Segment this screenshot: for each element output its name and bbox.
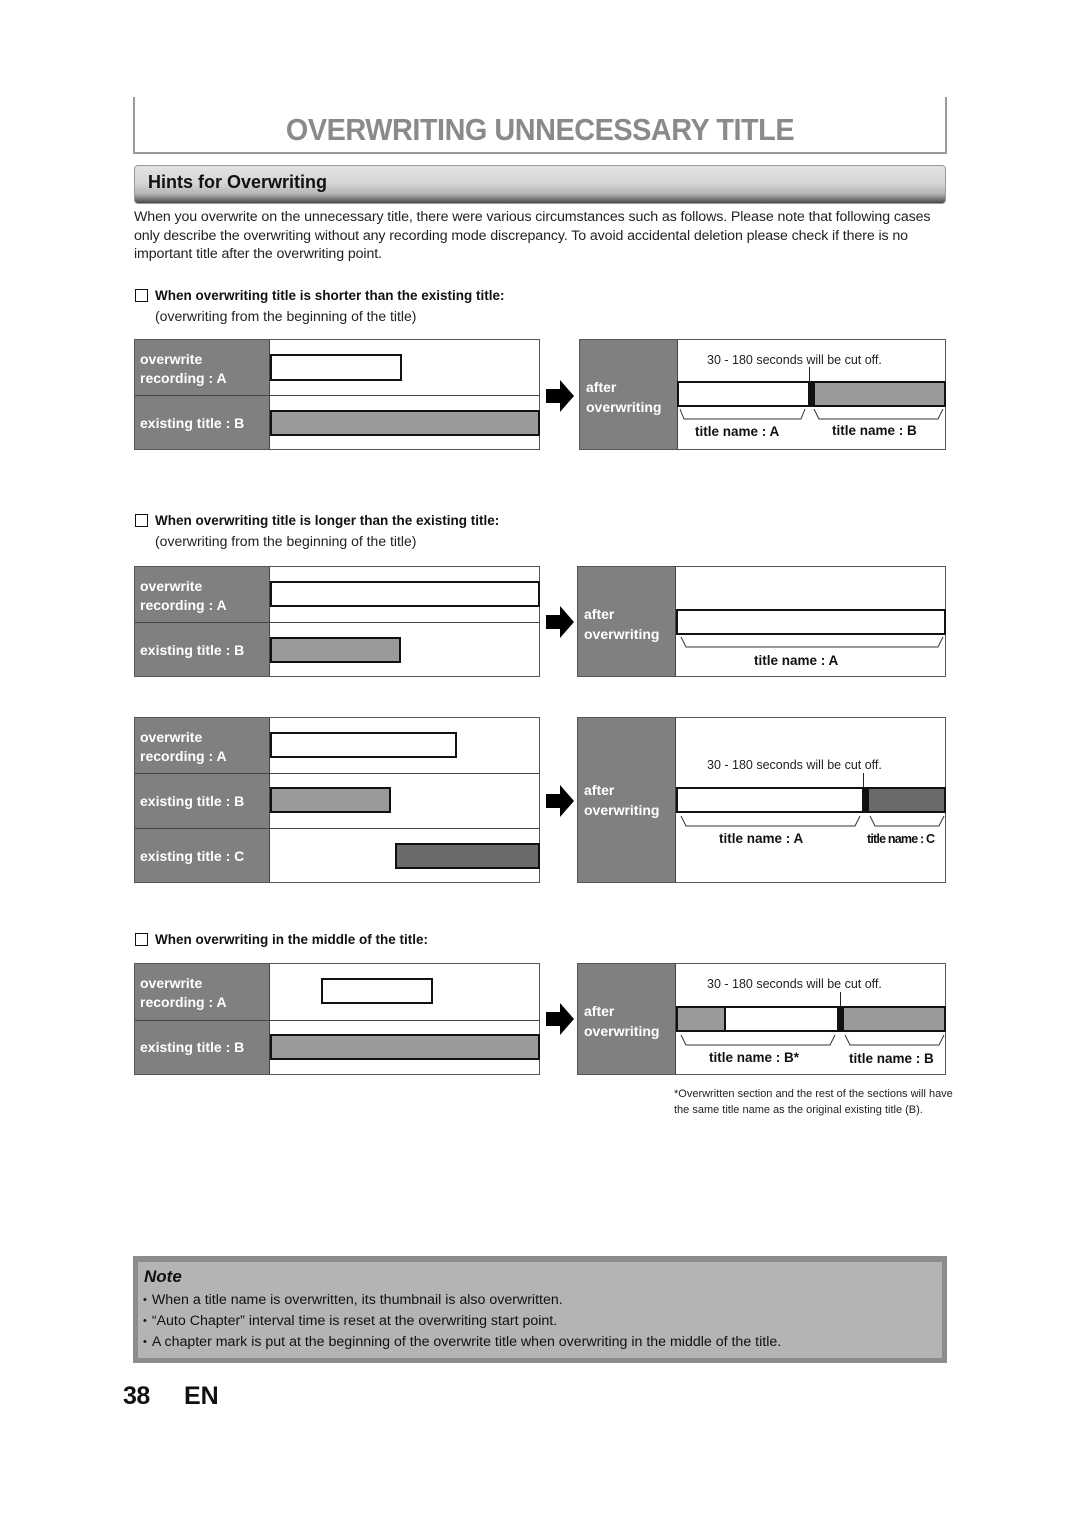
- footnote: *Overwritten section and the rest of the…: [674, 1088, 953, 1116]
- note-title: Note: [144, 1267, 182, 1286]
- label-after-overwriting: after overwriting: [584, 1003, 660, 1039]
- page-title: OVERWRITING UNNECESSARY TITLE: [285, 112, 795, 147]
- segment-title-b: [815, 383, 944, 405]
- label-existing-title-b: existing title : B: [140, 642, 245, 658]
- label-overwrite-recording-a: overwrite recording : A: [140, 729, 227, 764]
- checkbox-icon: [135, 933, 148, 946]
- row-divider: [135, 773, 539, 774]
- title-name-b-star: title name : B*: [709, 1050, 800, 1065]
- case-subheading: (overwriting from the beginning of the t…: [155, 533, 417, 549]
- label-existing-title-b: existing title : B: [140, 415, 245, 431]
- cut-off-pointer: [840, 992, 841, 1006]
- section-title: Hints for Overwriting: [148, 172, 328, 192]
- label-after-overwriting: after overwriting: [586, 379, 662, 415]
- case-heading-shorter: When overwriting title is shorter than t…: [135, 288, 505, 303]
- cut-off-mark: [862, 789, 869, 811]
- note-item: A chapter mark is put at the beginning o…: [143, 1332, 943, 1353]
- label-existing-title-c: existing title : C: [140, 848, 245, 864]
- case-heading-text: When overwriting in the middle of the ti…: [155, 932, 428, 947]
- title-name-a: title name : A: [695, 424, 780, 439]
- bar-recording-a: [270, 581, 540, 607]
- checkbox-icon: [135, 289, 148, 302]
- cut-off-note: 30 - 180 seconds will be cut off.: [707, 977, 882, 991]
- bar-recording-a: [270, 732, 457, 758]
- right-arrow-icon: [546, 785, 574, 817]
- case-subheading: (overwriting from the beginning of the t…: [155, 308, 417, 324]
- after-diagram-3: after overwriting 30 - 180 seconds will b…: [577, 717, 946, 883]
- note-list: When a title name is overwritten, its th…: [143, 1290, 943, 1352]
- before-diagram-3: overwrite recording : A existing title : …: [134, 717, 540, 883]
- row-divider: [135, 622, 539, 623]
- label-after-overwriting: after overwriting: [584, 606, 660, 642]
- title-name-b: title name : B: [832, 423, 917, 438]
- right-arrow-icon: [546, 606, 574, 638]
- after-diagram-2: after overwriting title name : A: [577, 566, 946, 677]
- after-diagram-4: after overwriting 30 - 180 seconds will b…: [577, 963, 946, 1075]
- label-existing-title-b: existing title : B: [140, 1039, 245, 1055]
- title-name-b: title name : B: [849, 1051, 934, 1066]
- bracket-icons: [680, 815, 945, 827]
- row-divider: [135, 1020, 539, 1021]
- row-divider: [135, 395, 539, 396]
- label-overwrite-recording-a: overwrite recording : A: [140, 578, 227, 613]
- page-number: 38: [123, 1382, 150, 1410]
- row-divider: [135, 828, 539, 829]
- title-name-a: title name : A: [719, 831, 804, 846]
- bar-recording-a: [321, 978, 433, 1004]
- cut-off-note: 30 - 180 seconds will be cut off.: [707, 758, 882, 772]
- case-heading-text: When overwriting title is longer than th…: [155, 513, 500, 528]
- case-heading-longer: When overwriting title is longer than th…: [135, 513, 499, 528]
- bar-existing-b: [270, 1034, 540, 1060]
- title-name-c: title name : C: [867, 832, 935, 846]
- bracket-icons: [679, 408, 944, 420]
- cut-off-note: 30 - 180 seconds will be cut off.: [707, 353, 882, 367]
- case-heading-middle: When overwriting in the middle of the ti…: [135, 932, 428, 947]
- case-heading-text: When overwriting title is shorter than t…: [155, 288, 505, 303]
- cut-off-pointer: [809, 367, 810, 381]
- bracket-icons: [680, 1034, 945, 1046]
- cut-off-pointer: [863, 773, 864, 787]
- after-diagram-1: after overwriting 30 - 180 seconds will b…: [579, 339, 946, 450]
- label-overwrite-recording-a: overwrite recording : A: [140, 351, 227, 386]
- page-language: EN: [184, 1382, 219, 1410]
- segment-title-b-start: [678, 1008, 726, 1030]
- bar-recording-a: [270, 354, 402, 381]
- cut-off-mark: [837, 1008, 844, 1030]
- right-arrow-icon: [546, 380, 574, 412]
- before-diagram-1: overwrite recording : A existing title : …: [134, 339, 540, 450]
- bar-existing-b: [270, 637, 401, 663]
- checkbox-icon: [135, 514, 148, 527]
- cut-off-mark: [808, 383, 815, 405]
- label-after-overwriting: after overwriting: [584, 782, 660, 818]
- result-bar: [677, 381, 946, 407]
- result-bar: [676, 1006, 946, 1032]
- result-bar: [676, 787, 946, 813]
- result-bar: [676, 609, 946, 635]
- label-existing-title-b: existing title : B: [140, 793, 245, 809]
- note-item: “Auto Chapter” interval time is reset at…: [143, 1311, 943, 1332]
- bracket-icon: [680, 636, 944, 648]
- bar-existing-b: [270, 787, 391, 813]
- label-overwrite-recording-a: overwrite recording : A: [140, 975, 227, 1010]
- segment-title-b-end: [844, 1008, 944, 1030]
- bar-existing-c: [395, 843, 540, 869]
- bar-existing-b: [270, 410, 540, 436]
- right-arrow-icon: [546, 1003, 574, 1035]
- segment-title-c: [869, 789, 944, 811]
- before-diagram-2: overwrite recording : A existing title : …: [134, 566, 540, 677]
- title-name-a: title name : A: [754, 653, 839, 668]
- note-item: When a title name is overwritten, its th…: [143, 1290, 943, 1311]
- before-diagram-4: overwrite recording : A existing title : …: [134, 963, 540, 1075]
- intro-paragraph: When you overwrite on the unnecessary ti…: [134, 209, 931, 262]
